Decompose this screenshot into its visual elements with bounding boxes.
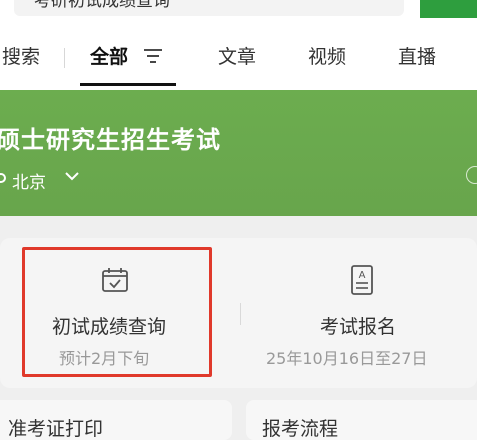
search-button[interactable] bbox=[420, 0, 477, 18]
more-icon[interactable] bbox=[466, 166, 477, 184]
tab-articles[interactable]: 文章 bbox=[218, 42, 256, 69]
tab-videos[interactable]: 视频 bbox=[308, 42, 346, 69]
tab-bar: 搜索 全部 文章 视频 直播 bbox=[0, 18, 477, 90]
chevron-down-icon[interactable] bbox=[64, 170, 80, 182]
search-input[interactable]: 考研初试成绩查询 bbox=[14, 0, 404, 16]
filter-icon[interactable] bbox=[143, 48, 163, 64]
highlight-annotation bbox=[22, 247, 212, 377]
card-divider bbox=[240, 303, 241, 325]
svg-text:A: A bbox=[359, 270, 366, 281]
search-query-text: 考研初试成绩查询 bbox=[34, 0, 170, 11]
search-bar: 考研初试成绩查询 bbox=[0, 0, 477, 18]
tab-divider bbox=[64, 48, 65, 68]
admission-ticket-card[interactable]: 准考证打印 bbox=[0, 400, 232, 440]
tab-live[interactable]: 直播 bbox=[398, 42, 436, 69]
application-process-card[interactable]: 报考流程 bbox=[246, 400, 477, 440]
registration-title[interactable]: 考试报名 bbox=[320, 312, 396, 339]
document-icon: A bbox=[351, 265, 373, 295]
application-process-label: 报考流程 bbox=[262, 418, 339, 440]
location-icon bbox=[0, 173, 6, 183]
exam-banner: 硕士研究生招生考试 北京 bbox=[0, 90, 477, 216]
active-tab-indicator bbox=[80, 83, 176, 86]
admission-ticket-label: 准考证打印 bbox=[8, 418, 104, 440]
tab-search[interactable]: 搜索 bbox=[2, 42, 40, 69]
registration-date: 25年10月16日至27日 bbox=[266, 349, 428, 368]
tab-all[interactable]: 全部 bbox=[90, 42, 128, 69]
banner-title: 硕士研究生招生考试 bbox=[0, 126, 221, 154]
location-selector-label[interactable]: 北京 bbox=[12, 168, 46, 193]
